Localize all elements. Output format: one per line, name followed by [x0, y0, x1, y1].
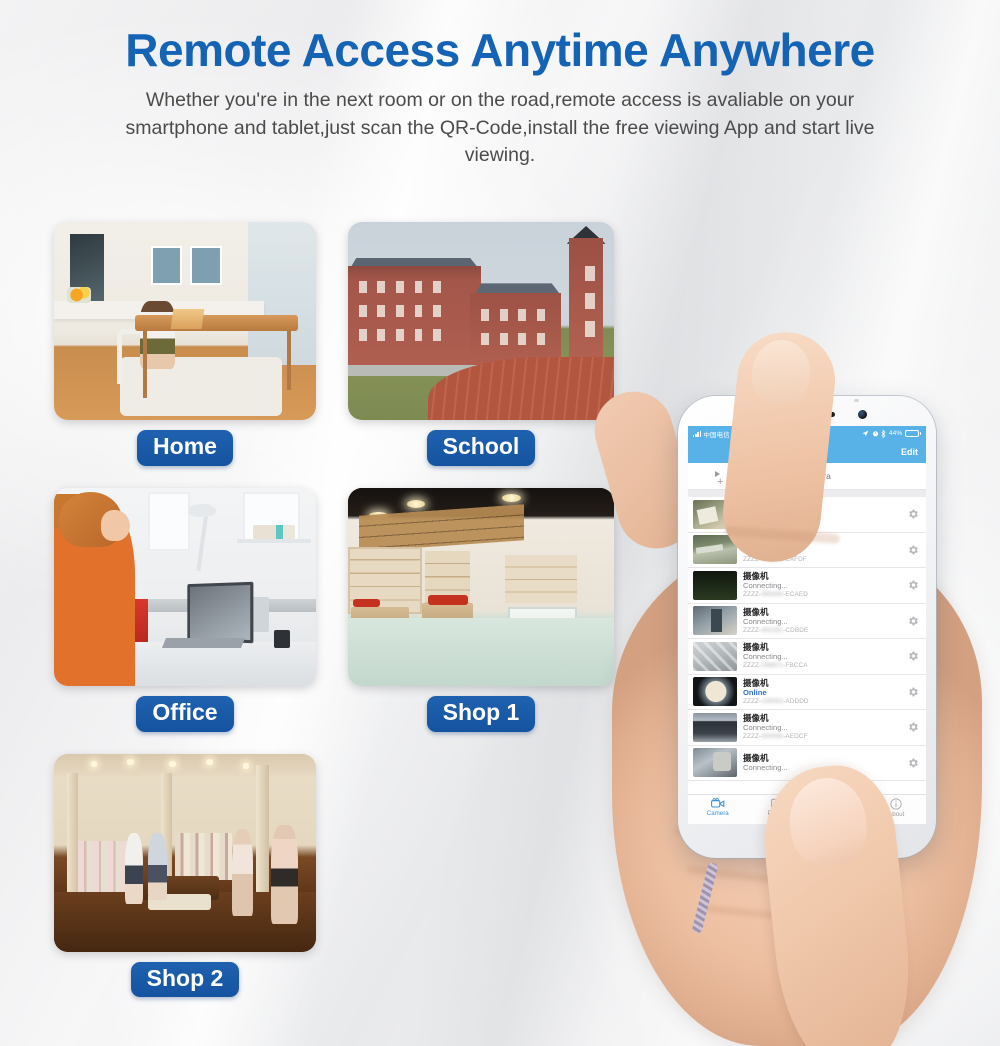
gallery-item-home[interactable]: Home	[54, 222, 316, 466]
phone-front-camera	[858, 410, 867, 419]
camera-status: Online	[743, 687, 767, 697]
caption-shop1: Shop 1	[426, 695, 536, 732]
camera-id-suffix: -CDBDE	[783, 626, 809, 634]
camera-id-blurred: 302191	[761, 626, 784, 634]
camera-snapshot	[693, 641, 737, 671]
page-subtitle: Whether you're in the next room or on th…	[125, 88, 875, 167]
camera-id-blurred: 060000	[761, 591, 784, 599]
camera-id-prefix: ZZZZ-	[743, 591, 762, 599]
camera-status: Connecting...	[743, 616, 788, 626]
table-row[interactable]: 摄像机 Online ZZZZ-105053-ADDDD	[688, 675, 926, 710]
camera-name: 摄像机	[743, 677, 769, 688]
camera-id-suffix: -FBCCA	[783, 662, 808, 670]
tab-camera-label: Camera	[706, 810, 729, 817]
camera-snapshot	[693, 712, 737, 742]
caption-office: Office	[136, 695, 234, 732]
camera-id-prefix: ZZZZ-	[743, 626, 762, 634]
camera-name: 摄像机	[743, 571, 769, 582]
camera-name: 摄像机	[743, 713, 769, 724]
camera-id-suffix: -AEDCF	[783, 733, 808, 741]
gear-icon[interactable]	[907, 579, 919, 591]
camera-id: ZZZZ-404040-AEDCF	[743, 733, 901, 741]
camera-name: 摄像机	[743, 606, 769, 617]
camera-id-blurred: 105053	[761, 697, 784, 705]
gallery-row-1: Home School	[0, 222, 640, 466]
camera-status: Connecting...	[743, 652, 788, 661]
scene-art-office	[54, 487, 316, 686]
camera-snapshot	[693, 606, 737, 636]
gear-icon[interactable]	[907, 544, 919, 556]
gear-icon[interactable]	[907, 757, 919, 769]
gallery-item-shop2[interactable]: Shop 2	[54, 753, 316, 998]
camcorder-icon	[710, 798, 725, 808]
photo-school	[348, 222, 614, 420]
page-title: Remote Access Anytime Anywhere	[125, 24, 875, 76]
gear-icon[interactable]	[907, 686, 919, 698]
table-row[interactable]: 摄像机 Connecting... ZZZZ-404040-AEDCF	[688, 710, 926, 746]
camera-snapshot	[693, 677, 737, 707]
caption-shop2: Shop 2	[130, 961, 240, 998]
scene-art-school	[348, 222, 614, 420]
gear-icon[interactable]	[907, 721, 919, 733]
page-header: Remote Access Anytime Anywhere Whether y…	[0, 24, 1000, 170]
camera-snapshot	[693, 570, 737, 600]
camera-id-suffix: -ECAED	[783, 591, 808, 599]
camera-id: ZZZZ-060000-ECAED	[743, 591, 901, 599]
battery-icon	[904, 430, 921, 437]
tab-camera[interactable]: Camera	[688, 795, 748, 824]
camera-id: ZZZZ-302191-CDBDE	[743, 627, 901, 635]
scene-gallery: Home School Office Shop 1 Shop 2	[0, 222, 640, 998]
gallery-row-3: Shop 2	[0, 753, 640, 998]
table-row[interactable]: 摄像机 Connecting... ZZZZ-302191-CDBDE	[688, 604, 926, 639]
phone-mic-right	[854, 399, 859, 402]
camera-id-blurred: 404040	[761, 733, 784, 741]
battery-percent-label: 44%	[888, 430, 903, 437]
camera-id-blurred: 248871	[761, 662, 784, 670]
scene-art-shop1	[348, 487, 614, 686]
scene-art-shop2	[54, 753, 316, 952]
photo-shop1	[348, 487, 614, 686]
gear-icon[interactable]	[907, 615, 919, 627]
camera-id-suffix: -ADDDD	[783, 697, 809, 705]
phone-in-hand: 中国电信 13:49	[585, 327, 1000, 1046]
gear-icon[interactable]	[907, 508, 919, 520]
camera-name: 摄像机	[743, 642, 769, 653]
camera-snapshot	[693, 748, 737, 778]
camera-id-prefix: ZZZZ-	[743, 733, 762, 741]
photo-shop2	[54, 753, 316, 952]
scene-art-home	[54, 222, 316, 420]
camera-status: Connecting...	[743, 723, 788, 732]
camera-name: 摄像机	[743, 753, 769, 764]
table-row[interactable]: 摄像机 Connecting... ZZZZ-248871-FBCCA	[688, 639, 926, 675]
caption-school: School	[426, 430, 536, 466]
gallery-item-shop1[interactable]: Shop 1	[348, 487, 614, 732]
signal-bars-icon	[693, 430, 701, 437]
gallery-row-2: Office Shop 1	[0, 487, 640, 732]
gallery-item-school[interactable]: School	[348, 222, 614, 466]
camera-status: Connecting...	[743, 581, 788, 590]
camera-id-prefix: ZZZZ-	[743, 697, 762, 705]
table-row[interactable]: 摄像机 Connecting... ZZZZ-060000-ECAED	[688, 568, 926, 604]
photo-home	[54, 222, 316, 420]
alarm-icon	[872, 431, 878, 437]
photo-office	[54, 487, 316, 686]
carrier-label: 中国电信	[703, 431, 730, 439]
gallery-item-office[interactable]: Office	[54, 487, 316, 732]
caption-home: Home	[137, 430, 233, 466]
location-arrow-icon	[862, 430, 869, 437]
camera-id: ZZZZ-105053-ADDDD	[743, 698, 901, 706]
gear-icon[interactable]	[907, 650, 919, 662]
info-icon	[890, 798, 902, 810]
bluetooth-icon	[881, 429, 886, 438]
camera-id: ZZZZ-248871-FBCCA	[743, 662, 901, 670]
edit-button[interactable]: Edit	[901, 447, 918, 457]
camera-id-prefix: ZZZZ-	[743, 662, 762, 670]
